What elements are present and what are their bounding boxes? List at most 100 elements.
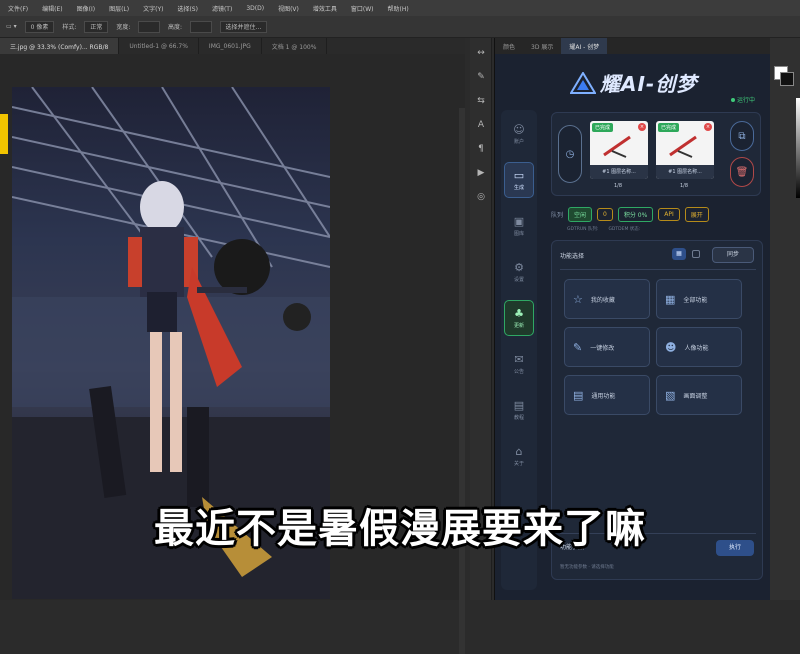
history-button[interactable]: ◷: [558, 125, 582, 183]
menu-item[interactable]: 帮助(H): [388, 4, 409, 13]
function-icon: ▤: [573, 388, 584, 402]
divider: [560, 269, 756, 270]
menu-item[interactable]: 增效工具: [313, 4, 337, 13]
status-row: 队列 空闲 0 积分 0% API 展开: [551, 206, 761, 222]
tool-icon[interactable]: ▶: [474, 166, 488, 180]
panel-tab[interactable]: 颜色: [495, 38, 523, 54]
height-input[interactable]: [189, 20, 212, 33]
width-label: 宽度:: [116, 24, 131, 31]
document-tab[interactable]: IMG_0601.JPG: [199, 38, 262, 54]
menu-item[interactable]: 图层(L): [109, 4, 129, 13]
tool-icon[interactable]: ✎: [474, 70, 488, 84]
expand-button[interactable]: 展开: [684, 206, 709, 222]
result-thumbnail[interactable]: 已完成 × #1 图层名称...: [590, 121, 648, 179]
thumb-caption: #1 图层名称...: [590, 165, 648, 179]
logo-icon: [570, 71, 596, 94]
document-tab[interactable]: 三.jpg @ 33.3% (Comfy)... RGB/8: [0, 38, 120, 54]
function-button[interactable]: ▤ 通用功能: [564, 375, 650, 415]
queue-sub-label: GDTRUN 队列:: [567, 227, 599, 232]
menu-item[interactable]: 编辑(E): [42, 4, 62, 13]
nav-label: 关于: [513, 460, 524, 467]
menu-item[interactable]: 图像(I): [77, 4, 95, 13]
online-dot-icon: [731, 97, 735, 102]
nav-label: 更新: [513, 322, 524, 329]
sidebar-nav-item[interactable]: ▭ 生成: [504, 162, 534, 198]
document-tab[interactable]: Untitled-1 @ 66.7%: [119, 38, 199, 54]
done-tag: 已完成: [658, 123, 680, 132]
video-subtitle: 最近不是暑假漫展要来了嘛: [154, 506, 646, 552]
function-button[interactable]: ▧ 画面调整: [656, 375, 742, 415]
menu-item[interactable]: 选择(S): [177, 4, 198, 13]
function-label: 全部功能: [683, 296, 708, 304]
thumb-caption: #1 图层名称...: [656, 165, 714, 179]
menu-item[interactable]: 3D(D): [246, 5, 264, 12]
idle-badge: 空闲: [568, 206, 593, 222]
menu-item[interactable]: 窗口(W): [351, 4, 374, 13]
document-tab[interactable]: 文档 1 @ 100%: [262, 38, 328, 54]
sidebar-nav-item[interactable]: ⌂ 关于: [504, 438, 534, 474]
style-select[interactable]: 正常: [84, 20, 109, 33]
nav-label: 图库: [513, 230, 524, 237]
sidebar-nav-item[interactable]: ⚙ 设置: [504, 254, 534, 290]
tool-preset-icon[interactable]: ▭ ▾: [6, 23, 17, 30]
sidebar-nav-item[interactable]: ▣ 图库: [504, 208, 534, 244]
trash-icon: 🗑: [735, 166, 749, 178]
done-tag: 已完成: [592, 123, 614, 132]
close-icon[interactable]: ×: [704, 123, 712, 131]
nav-label: 公告: [513, 368, 524, 375]
tool-icon[interactable]: ◎: [474, 190, 488, 204]
nav-icon: ▤: [513, 398, 525, 412]
grid-view-toggle[interactable]: ▦: [672, 248, 686, 260]
sidebar-nav-item[interactable]: ♣ 更新: [504, 300, 534, 336]
sync-button[interactable]: 同步: [712, 247, 754, 263]
list-view-toggle[interactable]: [692, 250, 700, 258]
api-badge[interactable]: API: [658, 207, 680, 221]
nav-icon: ⌂: [515, 444, 523, 458]
menu-item[interactable]: 滤镜(T): [212, 4, 232, 13]
guide-marker: [0, 114, 8, 154]
function-icon: ✎: [573, 340, 583, 354]
sidebar-nav-item[interactable]: ☺ 账户: [504, 116, 534, 152]
background-color-swatch[interactable]: [780, 72, 794, 86]
close-icon[interactable]: ×: [638, 123, 646, 131]
feather-input[interactable]: 0 像素: [24, 20, 55, 33]
width-input[interactable]: [138, 20, 160, 33]
height-label: 高度:: [167, 24, 182, 31]
nav-icon: ☺: [513, 122, 525, 136]
delete-button[interactable]: 🗑: [730, 157, 754, 187]
nav-icon: ▭: [513, 168, 525, 182]
menu-item[interactable]: 文字(Y): [143, 4, 163, 13]
panel-tab[interactable]: 3D 展示: [523, 38, 561, 54]
function-icon: ▦: [665, 292, 676, 306]
color-gradient[interactable]: [796, 98, 800, 198]
result-thumbnail[interactable]: 已完成 × #1 图层名称...: [656, 121, 714, 179]
sidebar-nav-item[interactable]: ✉ 公告: [504, 346, 534, 382]
result-gallery: ◷ 已完成 × #1 图层名称... 1/8 已完成 × #1 图层名称... 1/8 ⧉ 🗑: [551, 112, 761, 196]
function-button[interactable]: ☆ 我的收藏: [564, 279, 650, 319]
tool-icon[interactable]: ¶: [474, 142, 488, 156]
clock-icon: ◷: [565, 148, 575, 160]
select-and-mask-button[interactable]: 选择并遮住...: [219, 20, 268, 33]
style-label: 样式:: [62, 24, 77, 31]
function-label: 通用功能: [591, 392, 616, 400]
document-tabs: 三.jpg @ 33.3% (Comfy)... RGB/8 Untitled-1…: [0, 38, 465, 54]
tool-icon[interactable]: ⇆: [474, 94, 488, 108]
function-button[interactable]: ☻ 人像功能: [656, 327, 742, 367]
sidebar-nav-item[interactable]: ▤ 教程: [504, 392, 534, 428]
credit-badge: 积分 0%: [617, 206, 654, 222]
function-label: 人像功能: [684, 344, 709, 352]
function-icon: ▧: [665, 388, 676, 402]
panel-tabs: 颜色 3D 展示 耀AI - 创梦: [495, 38, 770, 54]
menu-item[interactable]: 文件(F): [8, 4, 28, 13]
menu-item[interactable]: 视图(V): [278, 4, 299, 13]
copy-button[interactable]: ⧉: [730, 121, 754, 151]
panel-tab[interactable]: 耀AI - 创梦: [561, 38, 608, 54]
function-button[interactable]: ▦ 全部功能: [656, 279, 742, 319]
online-label: 运行中: [737, 97, 756, 104]
canvas-scrollbar[interactable]: [459, 108, 465, 654]
tool-icon[interactable]: ↔: [474, 46, 488, 60]
count-badge: 0: [597, 207, 613, 221]
function-button[interactable]: ✎ 一键修改: [564, 327, 650, 367]
tool-icon[interactable]: A: [474, 118, 488, 132]
nav-icon: ♣: [514, 306, 524, 320]
